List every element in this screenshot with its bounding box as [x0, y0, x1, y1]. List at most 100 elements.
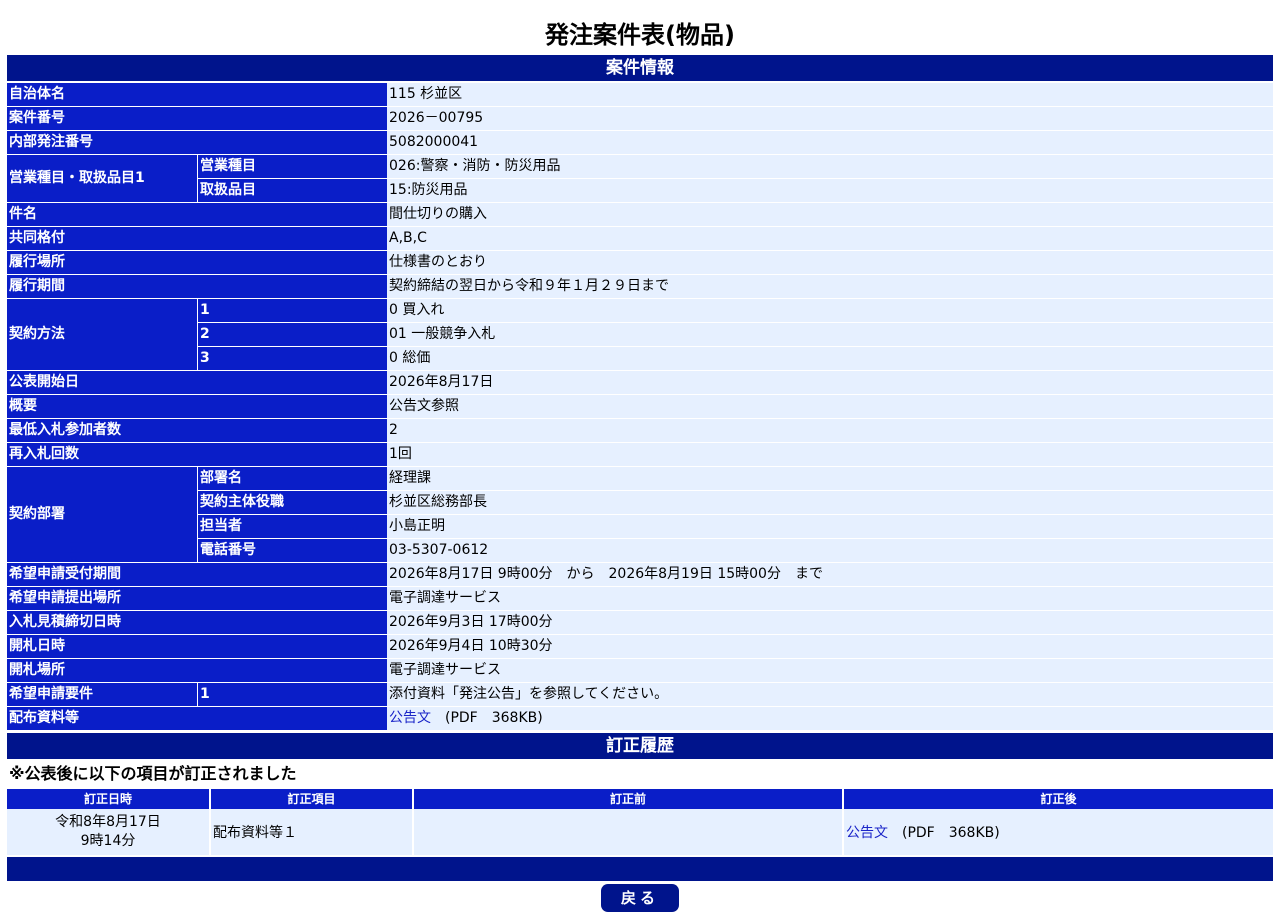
section-header-history: 訂正履歴	[7, 733, 1273, 759]
section-header-info: 案件情報	[7, 55, 1273, 81]
label-min-bidders: 最低入札参加者数	[7, 419, 387, 442]
sublabel-business-type: 営業種目	[197, 155, 387, 178]
row-period: 履行期間 契約締結の翌日から令和９年１月２９日まで	[7, 275, 1273, 298]
row-department-3: 担当者 小島正明	[7, 515, 1273, 538]
row-municipality: 自治体名 115 杉並区	[7, 83, 1273, 106]
label-municipality: 自治体名	[7, 83, 387, 106]
value-internal-no: 5082000041	[387, 131, 1273, 154]
value-rebid: 1回	[387, 443, 1273, 466]
value-person-in-charge: 小島正明	[387, 515, 1273, 538]
row-business-1: 営業種目・取扱品目1 営業種目 026:警察・消防・防災用品	[7, 155, 1273, 202]
value-bid-deadline: 2026年9月3日 17時00分	[387, 611, 1273, 634]
sublabel-handled-item: 取扱品目	[197, 179, 387, 202]
value-requirement: 添付資料「発注公告」を参照してください。	[387, 683, 1273, 706]
history-item: 配布資料等１	[210, 809, 414, 855]
value-phone: 03-5307-0612	[387, 539, 1273, 562]
value-application-place: 電子調達サービス	[387, 587, 1273, 610]
label-opening-date: 開札日時	[7, 635, 387, 658]
case-info-table: 自治体名 115 杉並区 案件番号 2026－00795 内部発注番号 5082…	[7, 82, 1273, 731]
history-date: 令和8年8月17日 9時14分	[7, 809, 211, 855]
value-summary: 公告文参照	[387, 395, 1273, 418]
value-period: 契約締結の翌日から令和９年１月２９日まで	[387, 275, 1273, 298]
row-case-no: 案件番号 2026－00795	[7, 107, 1273, 130]
sublabel-method-1: 1	[197, 299, 387, 322]
label-summary: 概要	[7, 395, 387, 418]
label-documents: 配布資料等	[7, 707, 387, 730]
sublabel-requirement-1: 1	[197, 683, 387, 706]
row-summary: 概要 公告文参照	[7, 395, 1273, 418]
history-header-after: 訂正後	[843, 789, 1273, 809]
history-header-row: 訂正日時 訂正項目 訂正前 訂正後	[7, 789, 1273, 809]
history-row: 令和8年8月17日 9時14分 配布資料等１ 公告文 (PDF 368KB)	[7, 809, 1273, 855]
value-application-period: 2026年8月17日 9時00分 から 2026年8月19日 15時00分 まで	[387, 563, 1273, 586]
value-method-3: 0 総価	[387, 347, 1273, 370]
history-header-before: 訂正前	[413, 789, 844, 809]
document-file-info: (PDF 368KB)	[431, 710, 543, 726]
label-business: 営業種目・取扱品目1	[7, 155, 197, 202]
label-period: 履行期間	[7, 275, 387, 298]
row-method-3: 3 0 総価	[7, 347, 1273, 370]
value-place: 仕様書のとおり	[387, 251, 1273, 274]
history-table: 訂正日時 訂正項目 訂正前 訂正後 令和8年8月17日 9時14分 配布資料等１ …	[7, 789, 1273, 855]
label-requirement: 希望申請要件	[7, 683, 197, 706]
row-opening-place: 開札場所 電子調達サービス	[7, 659, 1273, 682]
value-rank: A,B,C	[387, 227, 1273, 250]
value-method-1: 0 買入れ	[387, 299, 1273, 322]
history-header-item: 訂正項目	[210, 789, 414, 809]
value-municipality: 115 杉並区	[387, 83, 1273, 106]
back-button[interactable]: 戻る	[601, 884, 679, 912]
history-note: ※公表後に以下の項目が訂正されました	[9, 764, 297, 783]
value-publish-date: 2026年8月17日	[387, 371, 1273, 394]
label-rank: 共同格付	[7, 227, 387, 250]
row-opening-date: 開札日時 2026年9月4日 10時30分	[7, 635, 1273, 658]
label-case-no: 案件番号	[7, 107, 387, 130]
history-after-link[interactable]: 公告文	[846, 825, 888, 841]
row-department-1: 契約部署 部署名 経理課	[7, 467, 1273, 562]
value-department-name: 経理課	[387, 467, 1273, 490]
row-requirement: 希望申請要件 1 添付資料「発注公告」を参照してください。	[7, 683, 1273, 706]
label-rebid: 再入札回数	[7, 443, 387, 466]
history-date-line1: 令和8年8月17日	[55, 814, 161, 830]
row-rank: 共同格付 A,B,C	[7, 227, 1273, 250]
row-subject: 件名 間仕切りの購入	[7, 203, 1273, 226]
label-subject: 件名	[7, 203, 387, 226]
row-rebid: 再入札回数 1回	[7, 443, 1273, 466]
sublabel-contract-officer: 契約主体役職	[197, 491, 387, 514]
label-publish-date: 公表開始日	[7, 371, 387, 394]
label-method: 契約方法	[7, 299, 197, 370]
label-application-place: 希望申請提出場所	[7, 587, 387, 610]
sublabel-method-2: 2	[197, 323, 387, 346]
value-handled-item: 15:防災用品	[387, 179, 1273, 202]
label-place: 履行場所	[7, 251, 387, 274]
value-subject: 間仕切りの購入	[387, 203, 1273, 226]
label-internal-no: 内部発注番号	[7, 131, 387, 154]
page: 発注案件表(物品) 案件情報 自治体名 115 杉並区 案件番号 2026－00…	[0, 0, 1280, 915]
row-publish-date: 公表開始日 2026年8月17日	[7, 371, 1273, 394]
value-business-type: 026:警察・消防・防災用品	[387, 155, 1273, 178]
value-min-bidders: 2	[387, 419, 1273, 442]
row-method-2: 2 01 一般競争入札	[7, 323, 1273, 346]
document-link[interactable]: 公告文	[389, 710, 431, 726]
row-internal-no: 内部発注番号 5082000041	[7, 131, 1273, 154]
label-application-period: 希望申請受付期間	[7, 563, 387, 586]
row-method-1: 契約方法 1 0 買入れ	[7, 299, 1273, 370]
sublabel-method-3: 3	[197, 347, 387, 370]
value-method-2: 01 一般競争入札	[387, 323, 1273, 346]
page-title: 発注案件表(物品)	[545, 21, 735, 49]
row-application-place: 希望申請提出場所 電子調達サービス	[7, 587, 1273, 610]
row-application-period: 希望申請受付期間 2026年8月17日 9時00分 から 2026年8月19日 …	[7, 563, 1273, 586]
history-header-date: 訂正日時	[7, 789, 211, 809]
history-after: 公告文 (PDF 368KB)	[843, 809, 1273, 855]
value-contract-officer: 杉並区総務部長	[387, 491, 1273, 514]
label-bid-deadline: 入札見積締切日時	[7, 611, 387, 634]
sublabel-person-in-charge: 担当者	[197, 515, 387, 538]
sublabel-phone: 電話番号	[197, 539, 387, 562]
history-before	[413, 809, 844, 855]
history-date-line2: 9時14分	[80, 833, 136, 849]
row-business-2: 取扱品目 15:防災用品	[7, 179, 1273, 202]
row-department-2: 契約主体役職 杉並区総務部長	[7, 491, 1273, 514]
row-department-4: 電話番号 03-5307-0612	[7, 539, 1273, 562]
row-documents: 配布資料等 公告文 (PDF 368KB)	[7, 707, 1273, 730]
value-case-no: 2026－00795	[387, 107, 1273, 130]
row-place: 履行場所 仕様書のとおり	[7, 251, 1273, 274]
